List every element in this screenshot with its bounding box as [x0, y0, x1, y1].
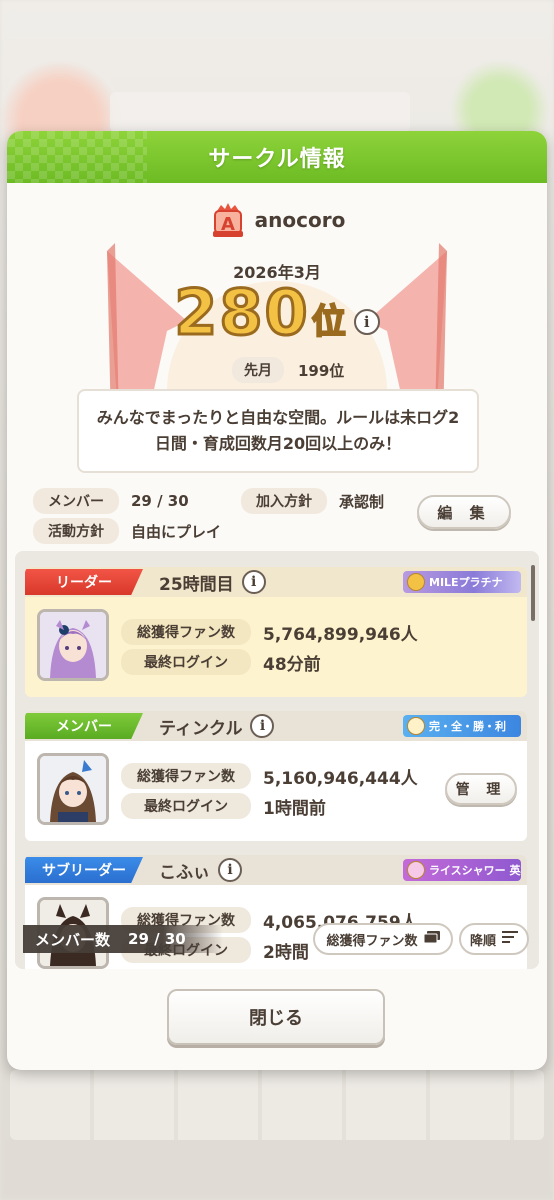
fans-row: 総獲得ファン数 5,160,946,444人: [121, 761, 418, 791]
trainer-name[interactable]: 25時間目: [159, 570, 234, 595]
info-icon[interactable]: i: [218, 858, 242, 882]
fans-label: 総獲得ファン数: [121, 763, 251, 789]
member-list[interactable]: リーダー 25時間目 i MILEプラチナ 総獲得ファン数 5,764,899,…: [15, 551, 539, 969]
rank-info-icon[interactable]: i: [353, 309, 380, 335]
login-value: 1時間前: [263, 798, 326, 819]
title-badge: MILEプラチナ: [403, 571, 521, 593]
members-value: 29 / 30: [131, 492, 189, 510]
login-label: 最終ログイン: [121, 649, 251, 675]
join-policy-value: 承認制: [339, 492, 385, 511]
close-button[interactable]: 閉じる: [167, 989, 385, 1045]
login-label: 最終ログイン: [121, 793, 251, 819]
title-badge-text: 完・全・勝・利: [429, 720, 506, 733]
login-row: 最終ログイン 1時間前: [121, 791, 418, 821]
activity-policy-label: 活動方針: [33, 518, 119, 544]
member-card[interactable]: メンバー ティンクル i 完・全・勝・利 総獲得ファン数 5,160,946,4…: [25, 711, 527, 841]
description-text: みんなでまったりと自由な空間。ルールは未ログ2日間・育成回数月20回以上のみ！: [96, 408, 460, 453]
login-row: 最終ログイン 48分前: [121, 647, 418, 677]
card-stats: 総獲得ファン数 5,764,899,946人 最終ログイン 48分前: [121, 617, 418, 677]
avatar[interactable]: [37, 609, 109, 681]
trainer-name[interactable]: ティンクル: [159, 714, 242, 739]
info-icon[interactable]: i: [241, 570, 266, 594]
member-count-label: メンバー数: [35, 930, 111, 949]
avatar[interactable]: [37, 753, 109, 825]
circle-name-row: A anocoro: [7, 201, 547, 239]
card-header: メンバー ティンクル i 完・全・勝・利: [25, 711, 527, 741]
title-badge: ライスシャワー 英雄譚★13: [403, 859, 521, 881]
member-card-leader[interactable]: リーダー 25時間目 i MILEプラチナ 総獲得ファン数 5,764,899,…: [25, 567, 527, 697]
login-value: 48分前: [263, 654, 321, 675]
edit-button[interactable]: 編 集: [417, 495, 511, 529]
card-header: リーダー 25時間目 i MILEプラチナ: [25, 567, 527, 597]
last-month-value: 199位: [298, 361, 345, 380]
medal-icon: [407, 573, 425, 591]
login-value: 2時間: [263, 942, 309, 963]
join-policy-label: 加入方針: [241, 488, 327, 514]
circle-info-dialog: サークル情報 A anocoro 2026年3月 280 位 i 先月 199位…: [7, 131, 547, 1070]
manage-button[interactable]: 管 理: [445, 773, 517, 805]
circle-rank: 280 位 i: [7, 276, 547, 349]
member-count-value: 29 / 30: [128, 930, 186, 948]
card-stack-icon: [423, 931, 440, 947]
role-tag-leader: リーダー: [25, 569, 143, 595]
scrollbar[interactable]: [531, 565, 535, 621]
rank-number: 280: [173, 276, 310, 349]
circle-name: anocoro: [254, 208, 346, 232]
member-count-bar: メンバー数 29 / 30: [23, 925, 223, 953]
character-icon: [407, 717, 425, 735]
list-lines-icon: [502, 931, 518, 947]
dialog-header: サークル情報: [7, 131, 547, 183]
rank-unit: 位: [311, 301, 347, 343]
character-icon: [407, 861, 425, 879]
trainer-name[interactable]: こふぃ: [159, 858, 210, 883]
card-header: サブリーダー こふぃ i ライスシャワー 英雄譚★13: [25, 855, 527, 885]
order-label: 降順: [469, 933, 496, 949]
fans-label: 総獲得ファン数: [121, 619, 251, 645]
info-icon[interactable]: i: [250, 714, 275, 738]
dialog-title: サークル情報: [208, 147, 346, 172]
card-stats: 総獲得ファン数 5,160,946,444人 最終ログイン 1時間前: [121, 761, 418, 821]
fans-row: 総獲得ファン数 5,764,899,946人: [121, 617, 418, 647]
role-tag-sub-leader: サブリーダー: [25, 857, 143, 883]
last-month-label: 先月: [232, 357, 284, 383]
fans-value: 5,160,946,444人: [263, 768, 418, 789]
title-badge: 完・全・勝・利: [403, 715, 521, 737]
rank-a-emblem-icon: A: [209, 201, 247, 239]
role-tag-member: メンバー: [25, 713, 143, 739]
members-label: メンバー: [33, 488, 119, 514]
circle-description: みんなでまったりと自由な空間。ルールは未ログ2日間・育成回数月20回以上のみ！: [77, 389, 479, 473]
sort-button[interactable]: 総獲得ファン数: [313, 923, 453, 955]
title-badge-text: ライスシャワー 英雄譚★13: [429, 864, 521, 877]
sort-label: 総獲得ファン数: [326, 933, 418, 949]
fans-value: 5,764,899,946人: [263, 624, 418, 645]
activity-policy-value: 自由にプレイ: [131, 522, 222, 541]
last-month-rank: 先月 199位: [232, 357, 344, 383]
title-badge-text: MILEプラチナ: [429, 576, 503, 589]
order-button[interactable]: 降順: [459, 923, 529, 955]
